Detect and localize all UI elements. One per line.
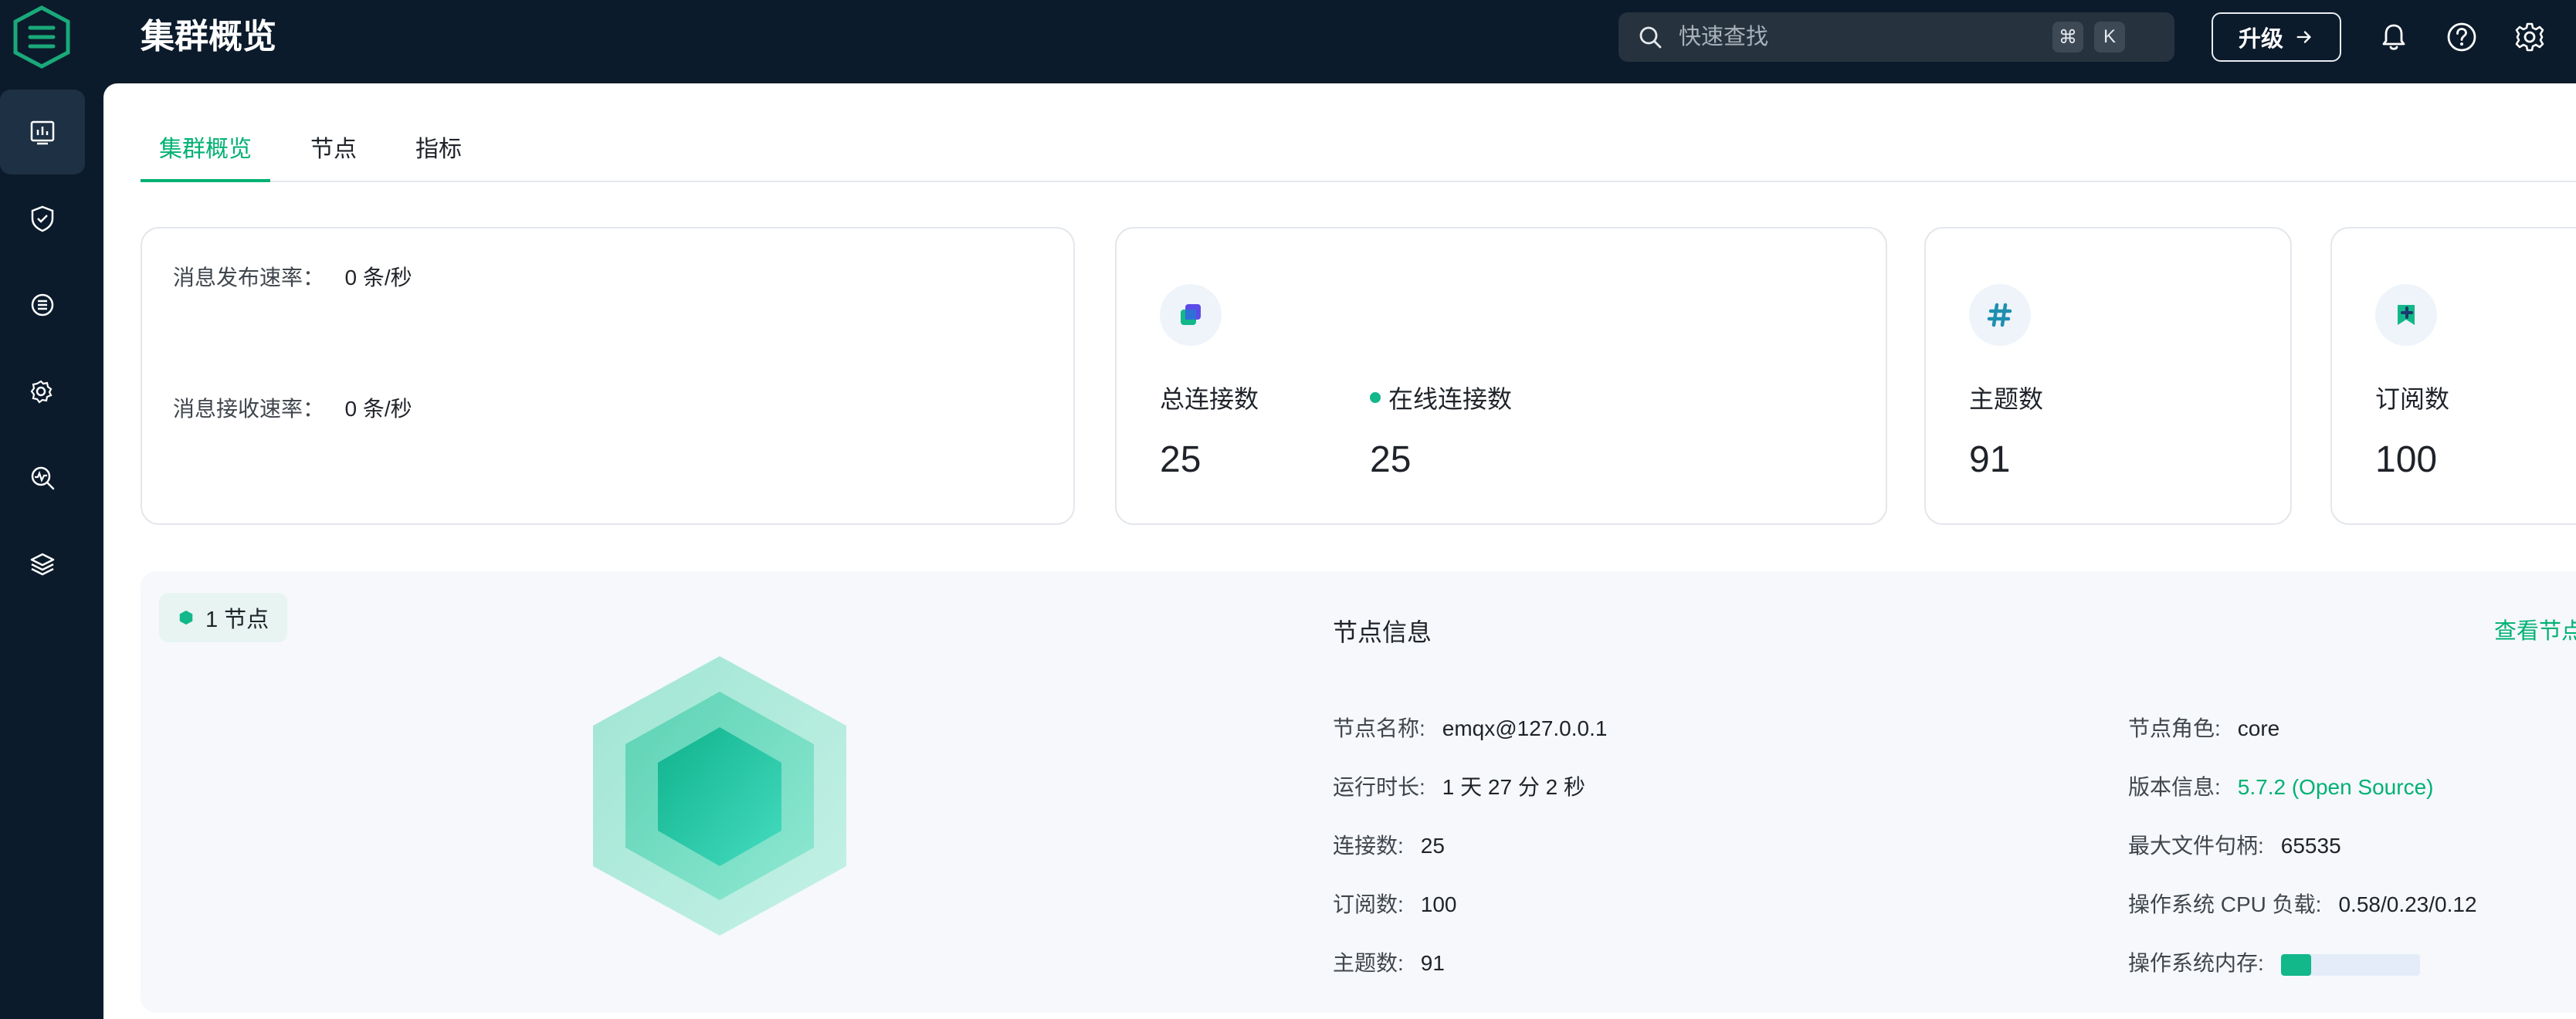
subscription-icon <box>2375 284 2437 346</box>
sidebar-item-extensions[interactable] <box>0 522 85 607</box>
settings-icon[interactable] <box>2513 20 2547 54</box>
uptime-value: 1 天 27 分 2 秒 <box>1442 775 1585 799</box>
node-connections-value: 25 <box>1420 834 1445 858</box>
message-rate-card: 消息发布速率： 0 条/秒 消息接收速率： 0 条/秒 <box>141 227 1075 525</box>
cpu-load-label: 操作系统 CPU 负载: <box>2128 892 2322 916</box>
hash-icon <box>1969 284 2031 346</box>
help-icon[interactable] <box>2445 20 2479 54</box>
node-role-label: 节点角色: <box>2128 716 2221 740</box>
node-role-row: 节点角色: core <box>2128 712 2279 743</box>
shield-icon <box>31 205 54 232</box>
topics-label: 主题数 <box>1969 385 2044 413</box>
bell-icon[interactable] <box>2377 20 2411 54</box>
emqx-logo-icon[interactable] <box>11 5 73 69</box>
node-panel: 1 节点 节点信息 查看节点 节点名称: emqx@127.0.0.1 运行时长… <box>141 571 2576 1013</box>
layers-icon <box>30 553 55 576</box>
node-connections-row: 连接数: 25 <box>1333 829 1445 860</box>
topics-value: 91 <box>1969 439 2011 480</box>
subscriptions-card: 订阅数 100 <box>2330 227 2576 525</box>
node-name-row: 节点名称: emqx@127.0.0.1 <box>1333 712 1607 743</box>
version-value[interactable]: 5.7.2 (Open Source) <box>2238 775 2434 799</box>
app-window: 集群概览 ⌘ K 升级 <box>0 0 2576 1019</box>
arrow-right-icon <box>2296 31 2311 43</box>
subscriptions-label: 订阅数 <box>2375 385 2450 413</box>
cpu-load-row: 操作系统 CPU 负载: 0.58/0.23/0.12 <box>2128 888 2477 919</box>
sidebar-item-management[interactable] <box>0 349 85 434</box>
upgrade-label: 升级 <box>2238 27 2283 52</box>
uptime-row: 运行时长: 1 天 27 分 2 秒 <box>1333 770 1585 801</box>
node-subscriptions-row: 订阅数: 100 <box>1333 888 1457 919</box>
sidebar-item-dashboard[interactable] <box>0 90 85 174</box>
version-label: 版本信息: <box>2128 775 2221 799</box>
os-memory-bar <box>2280 953 2420 976</box>
connections-icon <box>1160 284 1222 346</box>
online-status-dot <box>1370 392 1381 403</box>
view-nodes-link[interactable]: 查看节点 <box>2494 613 2576 645</box>
online-connections-label: 在线连接数 <box>1388 385 1513 413</box>
search-input[interactable] <box>1679 24 2042 50</box>
main-content: 集群概览 节点 指标 消息发布速率： 0 条/秒 消息接收速率： 0 条/秒 总… <box>103 83 2576 1019</box>
node-subscriptions-value: 100 <box>1420 892 1457 916</box>
dashboard-icon <box>30 120 55 145</box>
upgrade-button[interactable]: 升级 <box>2212 12 2341 62</box>
topics-card: 主题数 91 <box>1924 227 2292 525</box>
shortcut-cmd-key: ⌘ <box>2052 22 2083 52</box>
node-hexagon-icon <box>179 610 193 625</box>
cpu-load-value: 0.58/0.23/0.12 <box>2338 892 2477 916</box>
top-header: 集群概览 ⌘ K 升级 <box>103 0 2576 83</box>
receive-rate-value: 0 条/秒 <box>344 397 412 421</box>
search-icon <box>1639 26 1662 49</box>
tab-bar: 集群概览 节点 指标 <box>141 127 2576 182</box>
quick-search[interactable]: ⌘ K <box>1618 12 2174 62</box>
node-topics-row: 主题数: 91 <box>1333 946 1445 977</box>
subscriptions-value: 100 <box>2375 439 2438 480</box>
node-connections-label: 连接数: <box>1333 834 1404 858</box>
publish-rate-value: 0 条/秒 <box>344 266 412 289</box>
integration-icon <box>31 293 54 317</box>
node-hexagon-graphic[interactable] <box>588 648 851 942</box>
connections-card: 总连接数 25 在线连接数 25 <box>1115 227 1887 525</box>
diagnose-icon <box>31 466 55 490</box>
sidebar-item-access-control[interactable] <box>0 176 85 261</box>
node-name-label: 节点名称: <box>1333 716 1425 740</box>
total-connections-value: 25 <box>1160 439 1202 480</box>
tab-metrics[interactable]: 指标 <box>397 127 480 182</box>
online-connections-heading: 在线连接数 <box>1370 380 1512 415</box>
page-title: 集群概览 <box>141 18 276 56</box>
node-count-badge[interactable]: 1 节点 <box>159 593 288 642</box>
sidebar-item-diagnose[interactable] <box>0 435 85 520</box>
tab-nodes[interactable]: 节点 <box>292 127 375 182</box>
version-row: 版本信息: 5.7.2 (Open Source) <box>2128 770 2433 801</box>
tab-cluster-overview[interactable]: 集群概览 <box>141 127 270 182</box>
node-count-label: 1 节点 <box>205 608 269 632</box>
max-fds-value: 65535 <box>2280 834 2341 858</box>
node-topics-label: 主题数: <box>1333 951 1404 975</box>
settings-gear-icon <box>30 380 53 404</box>
max-fds-row: 最大文件句柄: 65535 <box>2128 829 2341 860</box>
node-subscriptions-label: 订阅数: <box>1333 892 1404 916</box>
sidebar <box>0 0 103 1019</box>
node-info-title: 节点信息 <box>1333 618 1432 646</box>
max-fds-label: 最大文件句柄: <box>2128 834 2264 858</box>
node-topics-value: 91 <box>1420 951 1445 975</box>
os-memory-label: 操作系统内存: <box>2128 951 2264 975</box>
total-connections-label: 总连接数 <box>1160 385 1259 413</box>
receive-rate-label: 消息接收速率： <box>173 397 325 421</box>
node-role-value: core <box>2237 716 2280 740</box>
shortcut-k-key: K <box>2094 22 2125 52</box>
publish-rate-label: 消息发布速率： <box>173 266 325 289</box>
sidebar-item-integration[interactable] <box>0 262 85 347</box>
node-name-value: emqx@127.0.0.1 <box>1442 716 1608 740</box>
os-memory-row: 操作系统内存: <box>2128 946 2420 977</box>
uptime-label: 运行时长: <box>1333 775 1425 799</box>
online-connections-value: 25 <box>1370 439 1412 480</box>
os-memory-bar-fill <box>2280 953 2312 976</box>
